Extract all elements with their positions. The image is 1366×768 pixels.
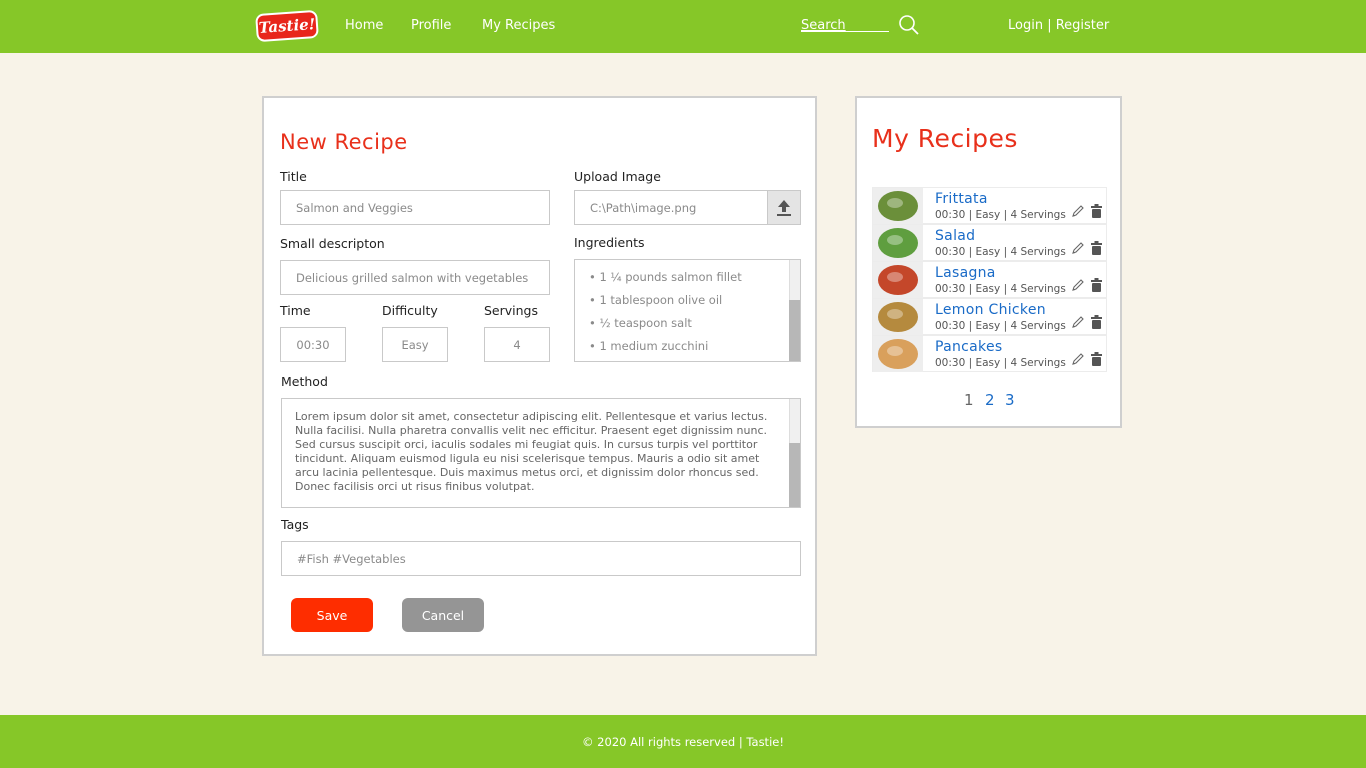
ingredient-item: • 1 tablespoon olive oil [589, 293, 723, 307]
delete-icon[interactable] [1091, 352, 1102, 366]
upload-image-label: Upload Image [574, 169, 661, 184]
ingredients-scroll-thumb[interactable] [789, 300, 800, 361]
recipe-meta: 00:30 | Easy | 4 Servings [935, 357, 1066, 369]
upload-button[interactable] [767, 191, 800, 224]
delete-icon[interactable] [1091, 278, 1102, 292]
recipe-thumbnail[interactable] [873, 299, 923, 335]
top-navbar: Tastie! Home Profile My Recipes Search L… [0, 0, 1366, 53]
recipe-name[interactable]: Lasagna [935, 265, 996, 281]
title-label: Title [280, 169, 307, 184]
nav-profile[interactable]: Profile [411, 18, 451, 33]
method-text: Lorem ipsum dolor sit amet, consectetur … [295, 410, 768, 493]
nav-home[interactable]: Home [345, 18, 383, 33]
tags-field[interactable]: #Fish #Vegetables [281, 541, 801, 576]
recipe-name[interactable]: Pancakes [935, 339, 1002, 355]
form-heading: New Recipe [280, 130, 408, 154]
difficulty-field[interactable]: Easy [382, 327, 448, 362]
upload-image-field[interactable]: C:\Path\image.png [574, 190, 801, 225]
page-3[interactable]: 3 [1005, 391, 1015, 409]
method-label: Method [281, 374, 328, 389]
recipe-thumbnail[interactable] [873, 262, 923, 298]
ingredients-textarea[interactable]: • 1 ¼ pounds salmon fillet • 1 tablespoo… [574, 259, 801, 362]
description-label: Small descripton [280, 236, 385, 251]
upload-path: C:\Path\image.png [590, 200, 697, 215]
recipe-row[interactable]: Lemon Chicken 00:30 | Easy | 4 Servings [872, 298, 1107, 335]
recipe-meta: 00:30 | Easy | 4 Servings [935, 283, 1066, 295]
tags-label: Tags [281, 517, 309, 532]
time-field[interactable]: 00:30 [280, 327, 346, 362]
recipe-row[interactable]: Frittata 00:30 | Easy | 4 Servings [872, 187, 1107, 224]
title-field[interactable]: Salmon and Veggies [280, 190, 550, 225]
recipe-thumbnail[interactable] [873, 336, 923, 372]
recipe-meta: 00:30 | Easy | 4 Servings [935, 209, 1066, 221]
search-underline [801, 31, 889, 32]
recipe-row[interactable]: Salad 00:30 | Easy | 4 Servings [872, 224, 1107, 261]
recipes-heading: My Recipes [872, 124, 1018, 153]
recipe-name[interactable]: Salad [935, 228, 975, 244]
description-field[interactable]: Delicious grilled salmon with vegetables [280, 260, 550, 295]
recipe-thumbnail[interactable] [873, 225, 923, 261]
servings-field[interactable]: 4 [484, 327, 550, 362]
upload-icon [777, 199, 791, 216]
method-scroll-thumb[interactable] [789, 443, 800, 507]
new-recipe-form: New Recipe Title Salmon and Veggies Uplo… [262, 96, 817, 656]
recipe-meta: 00:30 | Easy | 4 Servings [935, 246, 1066, 258]
ingredient-item: • ½ teaspoon salt [589, 316, 692, 330]
method-textarea[interactable]: Lorem ipsum dolor sit amet, consectetur … [281, 398, 801, 508]
copyright-text: © 2020 All rights reserved | Tastie! [582, 735, 784, 749]
login-register-link[interactable]: Login | Register [1008, 18, 1109, 33]
recipe-name[interactable]: Lemon Chicken [935, 302, 1046, 318]
footer: © 2020 All rights reserved | Tastie! [0, 715, 1366, 768]
recipe-thumbnail[interactable] [873, 188, 923, 224]
time-label: Time [280, 303, 311, 318]
edit-icon[interactable] [1071, 352, 1085, 366]
page-1[interactable]: 1 [964, 391, 974, 409]
logo[interactable]: Tastie! [255, 9, 319, 43]
delete-icon[interactable] [1091, 315, 1102, 329]
cancel-button[interactable]: Cancel [402, 598, 484, 632]
edit-icon[interactable] [1071, 204, 1085, 218]
edit-icon[interactable] [1071, 315, 1085, 329]
ingredients-label: Ingredients [574, 235, 645, 250]
delete-icon[interactable] [1091, 241, 1102, 255]
my-recipes-panel: My Recipes Frittata 00:30 | Easy | 4 Serv… [855, 96, 1122, 428]
recipe-row[interactable]: Pancakes 00:30 | Easy | 4 Servings [872, 335, 1107, 372]
edit-icon[interactable] [1071, 241, 1085, 255]
difficulty-label: Difficulty [382, 303, 438, 318]
ingredient-item: • 1 ¼ pounds salmon fillet [589, 270, 742, 284]
search-icon[interactable] [898, 14, 920, 36]
recipe-name[interactable]: Frittata [935, 191, 988, 207]
save-button[interactable]: Save [291, 598, 373, 632]
edit-icon[interactable] [1071, 278, 1085, 292]
ingredient-item: • 1 medium zucchini [589, 339, 709, 353]
servings-label: Servings [484, 303, 539, 318]
recipe-meta: 00:30 | Easy | 4 Servings [935, 320, 1066, 332]
delete-icon[interactable] [1091, 204, 1102, 218]
recipe-row[interactable]: Lasagna 00:30 | Easy | 4 Servings [872, 261, 1107, 298]
nav-my-recipes[interactable]: My Recipes [482, 18, 555, 33]
page-2[interactable]: 2 [985, 391, 995, 409]
